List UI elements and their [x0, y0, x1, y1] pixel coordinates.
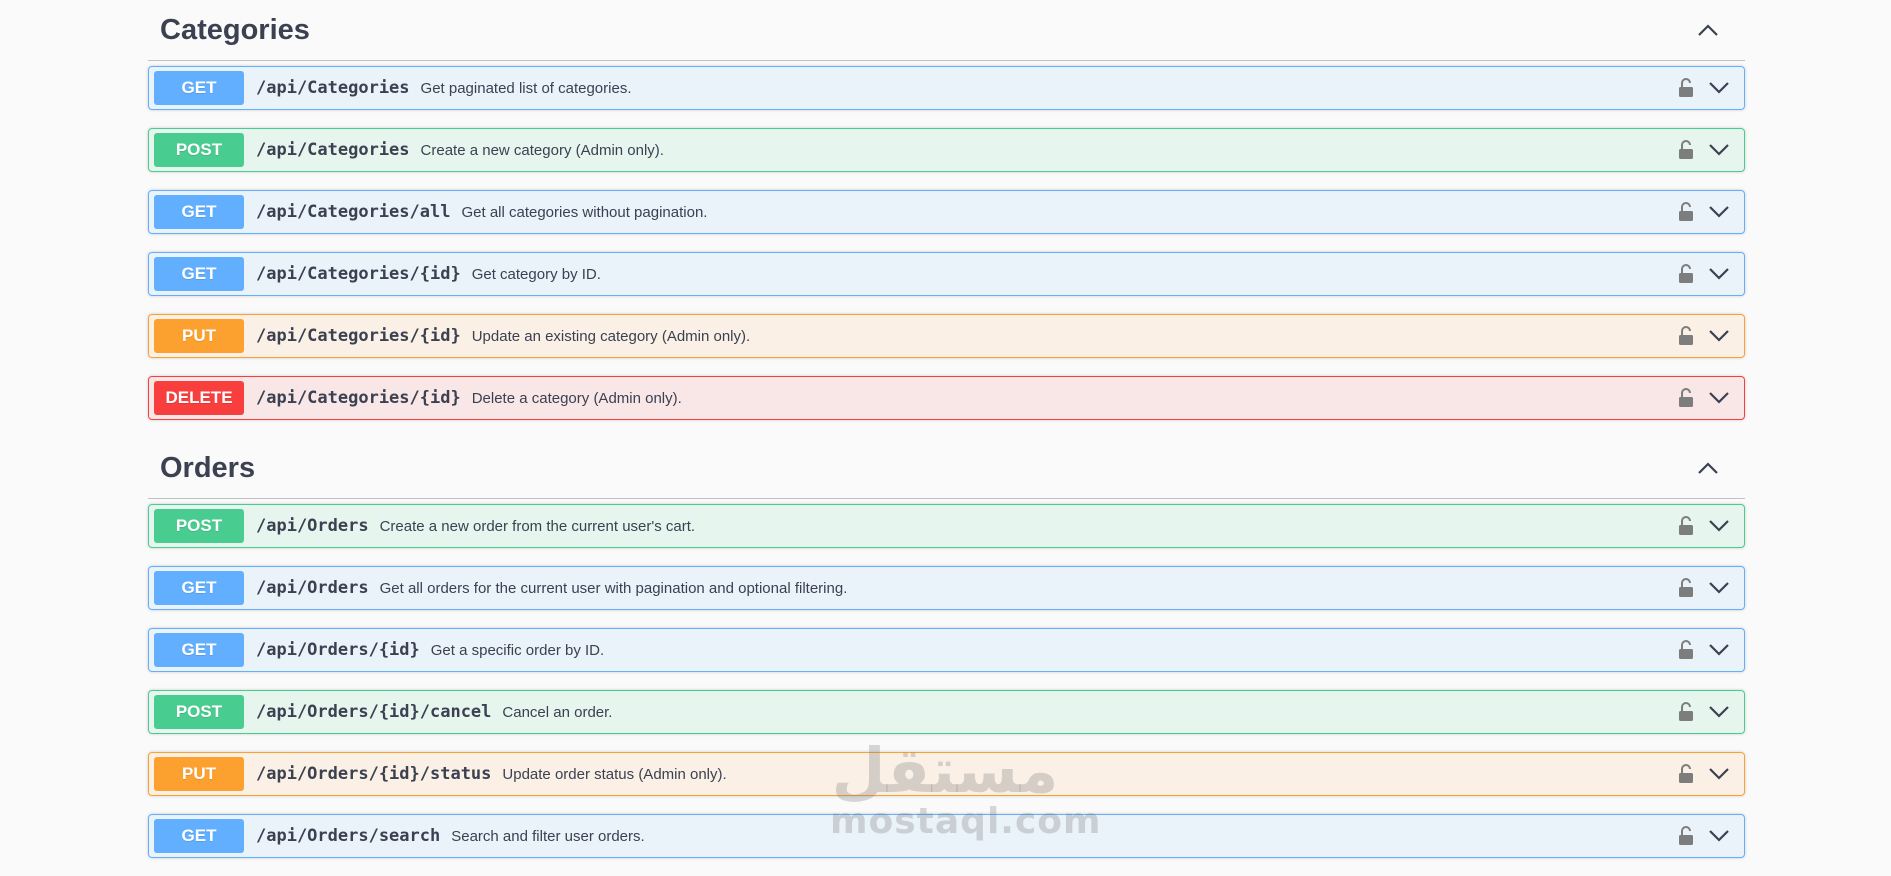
operation-path: /api/Categories/all [256, 202, 451, 222]
lock-icon[interactable] [1676, 699, 1696, 725]
method-badge: POST [154, 695, 244, 729]
operation-get-categories-all[interactable]: GET /api/Categories/all Get all categori… [148, 190, 1745, 234]
lock-icon[interactable] [1676, 513, 1696, 539]
method-badge: POST [154, 133, 244, 167]
operation-put-order-status[interactable]: PUT /api/Orders/{id}/status Update order… [148, 752, 1745, 796]
operation-path: /api/Categories/{id} [256, 264, 461, 284]
operation-path: /api/Orders/search [256, 826, 441, 846]
operation-path: /api/Orders/{id}/status [256, 764, 492, 784]
method-badge: GET [154, 571, 244, 605]
lock-icon[interactable] [1676, 137, 1696, 163]
method-badge: DELETE [154, 381, 244, 415]
operation-summary: Create a new order from the current user… [379, 517, 696, 535]
lock-icon[interactable] [1676, 575, 1696, 601]
method-badge: PUT [154, 319, 244, 353]
section-orders: Orders POST /api/Orders Create a new ord… [148, 438, 1745, 858]
method-badge: GET [154, 257, 244, 291]
section-title: Orders [160, 451, 256, 484]
operation-path: /api/Orders/{id} [256, 640, 420, 660]
operation-path: /api/Categories/{id} [256, 388, 461, 408]
lock-icon[interactable] [1676, 323, 1696, 349]
method-badge: POST [154, 509, 244, 543]
operation-path: /api/Categories [256, 78, 410, 98]
chevron-down-icon[interactable] [1706, 699, 1732, 725]
operation-summary: Get category by ID. [471, 265, 601, 283]
lock-icon[interactable] [1676, 761, 1696, 787]
lock-icon[interactable] [1676, 637, 1696, 663]
operation-path: /api/Orders [256, 516, 369, 536]
operation-post-categories[interactable]: POST /api/Categories Create a new catego… [148, 128, 1745, 172]
chevron-down-icon[interactable] [1706, 323, 1732, 349]
lock-icon[interactable] [1676, 385, 1696, 411]
operation-summary: Update order status (Admin only). [502, 765, 727, 783]
lock-icon[interactable] [1676, 823, 1696, 849]
method-badge: GET [154, 819, 244, 853]
chevron-down-icon[interactable] [1706, 261, 1732, 287]
chevron-down-icon[interactable] [1706, 637, 1732, 663]
section-title: Categories [160, 13, 310, 46]
chevron-up-icon[interactable] [1695, 455, 1721, 481]
operation-summary: Delete a category (Admin only). [471, 389, 682, 407]
chevron-down-icon[interactable] [1706, 513, 1732, 539]
method-badge: PUT [154, 757, 244, 791]
operation-get-orders-search[interactable]: GET /api/Orders/search Search and filter… [148, 814, 1745, 858]
operation-post-order-cancel[interactable]: POST /api/Orders/{id}/cancel Cancel an o… [148, 690, 1745, 734]
api-operations-container: Categories GET /api/Categories Get pagin… [148, 0, 1745, 876]
operation-get-orders[interactable]: GET /api/Orders Get all orders for the c… [148, 566, 1745, 610]
section-header-categories[interactable]: Categories [148, 0, 1745, 61]
operation-path: /api/Categories/{id} [256, 326, 461, 346]
chevron-down-icon[interactable] [1706, 761, 1732, 787]
operation-path: /api/Orders [256, 578, 369, 598]
method-badge: GET [154, 71, 244, 105]
operation-get-categories[interactable]: GET /api/Categories Get paginated list o… [148, 66, 1745, 110]
operation-post-orders[interactable]: POST /api/Orders Create a new order from… [148, 504, 1745, 548]
operation-summary: Get a specific order by ID. [430, 641, 605, 659]
chevron-down-icon[interactable] [1706, 385, 1732, 411]
operation-put-category[interactable]: PUT /api/Categories/{id} Update an exist… [148, 314, 1745, 358]
operation-summary: Create a new category (Admin only). [420, 141, 664, 159]
operation-summary: Update an existing category (Admin only)… [471, 327, 751, 345]
method-badge: GET [154, 633, 244, 667]
section-categories: Categories GET /api/Categories Get pagin… [148, 0, 1745, 420]
chevron-down-icon[interactable] [1706, 75, 1732, 101]
lock-icon[interactable] [1676, 199, 1696, 225]
operation-get-category-by-id[interactable]: GET /api/Categories/{id} Get category by… [148, 252, 1745, 296]
operation-summary: Search and filter user orders. [451, 827, 645, 845]
operation-summary: Get all categories without pagination. [461, 203, 708, 221]
operation-get-order-by-id[interactable]: GET /api/Orders/{id} Get a specific orde… [148, 628, 1745, 672]
chevron-down-icon[interactable] [1706, 199, 1732, 225]
chevron-down-icon[interactable] [1706, 137, 1732, 163]
operation-summary: Get all orders for the current user with… [379, 579, 848, 597]
operation-path: /api/Orders/{id}/cancel [256, 702, 492, 722]
chevron-up-icon[interactable] [1695, 17, 1721, 43]
operation-path: /api/Categories [256, 140, 410, 160]
lock-icon[interactable] [1676, 75, 1696, 101]
operation-delete-category[interactable]: DELETE /api/Categories/{id} Delete a cat… [148, 376, 1745, 420]
lock-icon[interactable] [1676, 261, 1696, 287]
section-header-orders[interactable]: Orders [148, 438, 1745, 499]
chevron-down-icon[interactable] [1706, 823, 1732, 849]
operation-summary: Get paginated list of categories. [420, 79, 632, 97]
chevron-down-icon[interactable] [1706, 575, 1732, 601]
operation-summary: Cancel an order. [502, 703, 613, 721]
method-badge: GET [154, 195, 244, 229]
